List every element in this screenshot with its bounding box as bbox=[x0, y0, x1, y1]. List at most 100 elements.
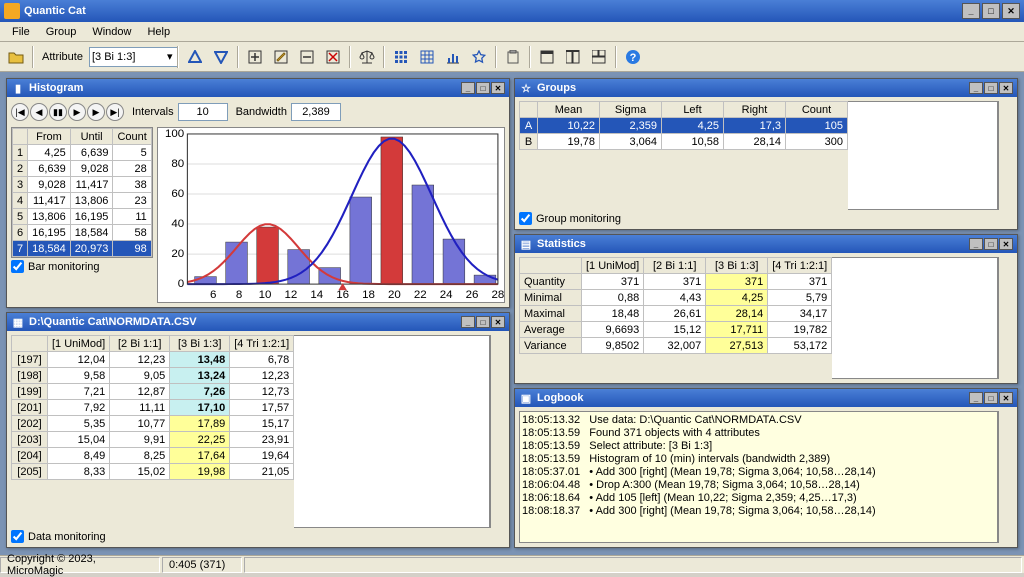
stats-table[interactable]: [1 UniMod][2 Bi 1:1][3 Bi 1:3][4 Tri 1:2… bbox=[519, 257, 832, 354]
table-row[interactable]: [203]15,049,9122,2523,91 bbox=[12, 432, 294, 448]
table-row[interactable]: 718,58420,97398 bbox=[13, 241, 152, 257]
data-monitoring-checkbox[interactable] bbox=[11, 530, 24, 543]
logbook-min[interactable]: _ bbox=[969, 392, 983, 404]
svg-text:10: 10 bbox=[258, 289, 271, 301]
histogram-min[interactable]: _ bbox=[461, 82, 475, 94]
main-toolbar: Attribute ▾ ? bbox=[0, 42, 1024, 72]
help-button[interactable]: ? bbox=[621, 45, 645, 69]
add-button[interactable] bbox=[243, 45, 267, 69]
histogram-window: ▮ Histogram _□✕ |◀ ◀ ▮▮ ▶ ▶ ▶| Intervals… bbox=[6, 78, 510, 308]
maximize-button[interactable]: □ bbox=[982, 3, 1000, 19]
svg-text:22: 22 bbox=[414, 289, 427, 301]
minimize-button[interactable]: _ bbox=[962, 3, 980, 19]
logbook-max[interactable]: □ bbox=[984, 392, 998, 404]
table-row[interactable]: [199]7,2112,877,2612,73 bbox=[12, 384, 294, 400]
group-monitoring-checkbox[interactable] bbox=[519, 212, 532, 225]
windows2-button[interactable] bbox=[561, 45, 585, 69]
groups-min[interactable]: _ bbox=[969, 82, 983, 94]
table-row[interactable]: 39,02811,41738 bbox=[13, 177, 152, 193]
histogram-max[interactable]: □ bbox=[476, 82, 490, 94]
balance-button[interactable] bbox=[355, 45, 379, 69]
groups-max[interactable]: □ bbox=[984, 82, 998, 94]
table-row[interactable]: [198]9,589,0513,2412,23 bbox=[12, 368, 294, 384]
svg-text:18: 18 bbox=[362, 289, 375, 301]
datafile-scrollbar[interactable] bbox=[490, 335, 505, 528]
triangle-down-button[interactable] bbox=[209, 45, 233, 69]
groups-close[interactable]: ✕ bbox=[999, 82, 1013, 94]
last-button[interactable]: ▶| bbox=[106, 103, 124, 121]
first-button[interactable]: |◀ bbox=[11, 103, 29, 121]
windows3-button[interactable] bbox=[587, 45, 611, 69]
status-empty bbox=[244, 557, 1022, 573]
table-row[interactable]: [204]8,498,2517,6419,64 bbox=[12, 448, 294, 464]
data-table[interactable]: [1 UniMod][2 Bi 1:1][3 Bi 1:3][4 Tri 1:2… bbox=[11, 335, 294, 480]
table-row[interactable]: Variance9,850232,00727,51353,172 bbox=[520, 338, 832, 354]
datafile-title: D:\Quantic Cat\NORMDATA.CSV bbox=[29, 316, 461, 328]
menu-help[interactable]: Help bbox=[139, 24, 178, 40]
svg-text:26: 26 bbox=[465, 289, 478, 301]
table-row[interactable]: [197]12,0412,2313,486,78 bbox=[12, 352, 294, 368]
table-row[interactable]: Quantity371371371371 bbox=[520, 274, 832, 290]
edit-button[interactable] bbox=[269, 45, 293, 69]
table-button[interactable] bbox=[415, 45, 439, 69]
histogram-chart[interactable]: 0204060801006810121416182022242628 bbox=[157, 127, 505, 303]
datafile-min[interactable]: _ bbox=[461, 316, 475, 328]
svg-text:20: 20 bbox=[171, 248, 184, 260]
clipboard-button[interactable] bbox=[501, 45, 525, 69]
table-row[interactable]: 14,256,6395 bbox=[13, 145, 152, 161]
groups-scrollbar[interactable] bbox=[998, 101, 1013, 210]
table-row[interactable]: 616,19518,58458 bbox=[13, 225, 152, 241]
table-row[interactable]: [205]8,3315,0219,9821,05 bbox=[12, 464, 294, 480]
stats-scrollbar[interactable] bbox=[998, 257, 1013, 379]
table-row[interactable]: Average9,669315,1217,71119,782 bbox=[520, 322, 832, 338]
pause-button[interactable]: ▮▮ bbox=[49, 103, 67, 121]
table-row[interactable]: 411,41713,80623 bbox=[13, 193, 152, 209]
svg-text:8: 8 bbox=[236, 289, 242, 301]
table-row[interactable]: [202]5,3510,7717,8915,17 bbox=[12, 416, 294, 432]
table-row[interactable]: A10,222,3594,2517,3105 bbox=[520, 118, 848, 134]
stats-close[interactable]: ✕ bbox=[999, 238, 1013, 250]
svg-text:24: 24 bbox=[440, 289, 453, 301]
next-button[interactable]: ▶ bbox=[87, 103, 105, 121]
datafile-max[interactable]: □ bbox=[476, 316, 490, 328]
menu-file[interactable]: File bbox=[4, 24, 38, 40]
group-monitoring-label: Group monitoring bbox=[536, 213, 621, 225]
logbook-scrollbar[interactable] bbox=[998, 411, 1013, 543]
table-row[interactable]: Maximal18,4826,6128,1434,17 bbox=[520, 306, 832, 322]
histogram-table[interactable]: FromUntilCount14,256,639526,6399,0282839… bbox=[12, 128, 152, 257]
table-row[interactable]: 26,6399,02828 bbox=[13, 161, 152, 177]
stats-max[interactable]: □ bbox=[984, 238, 998, 250]
menu-group[interactable]: Group bbox=[38, 24, 85, 40]
prev-button[interactable]: ◀ bbox=[30, 103, 48, 121]
app-icon bbox=[4, 3, 20, 19]
chart-button[interactable] bbox=[441, 45, 465, 69]
table-row[interactable]: 513,80616,19511 bbox=[13, 209, 152, 225]
windows1-button[interactable] bbox=[535, 45, 559, 69]
remove-button[interactable] bbox=[295, 45, 319, 69]
bandwidth-input[interactable] bbox=[291, 103, 341, 121]
bar-monitoring-label: Bar monitoring bbox=[28, 261, 100, 273]
triangle-up-button[interactable] bbox=[183, 45, 207, 69]
attribute-select[interactable] bbox=[89, 47, 179, 67]
table-row[interactable]: [201]7,9211,1117,1017,57 bbox=[12, 400, 294, 416]
table-row[interactable]: B19,783,06410,5828,14300 bbox=[520, 134, 848, 150]
bar-monitoring-checkbox[interactable] bbox=[11, 260, 24, 273]
intervals-input[interactable] bbox=[178, 103, 228, 121]
delete-button[interactable] bbox=[321, 45, 345, 69]
datafile-close[interactable]: ✕ bbox=[491, 316, 505, 328]
close-button[interactable]: ✕ bbox=[1002, 3, 1020, 19]
logbook-close[interactable]: ✕ bbox=[999, 392, 1013, 404]
stats-min[interactable]: _ bbox=[969, 238, 983, 250]
play-button[interactable]: ▶ bbox=[68, 103, 86, 121]
svg-text:12: 12 bbox=[284, 289, 297, 301]
open-button[interactable] bbox=[4, 45, 28, 69]
groups-icon: ☆ bbox=[519, 81, 533, 95]
menu-window[interactable]: Window bbox=[84, 24, 139, 40]
star-button[interactable] bbox=[467, 45, 491, 69]
main-titlebar: Quantic Cat _ □ ✕ bbox=[0, 0, 1024, 22]
histogram-close[interactable]: ✕ bbox=[491, 82, 505, 94]
table-row[interactable]: Minimal0,884,434,255,79 bbox=[520, 290, 832, 306]
groups-table[interactable]: MeanSigmaLeftRightCountA10,222,3594,2517… bbox=[519, 101, 848, 150]
grid-button[interactable] bbox=[389, 45, 413, 69]
statistics-icon: ▤ bbox=[519, 237, 533, 251]
